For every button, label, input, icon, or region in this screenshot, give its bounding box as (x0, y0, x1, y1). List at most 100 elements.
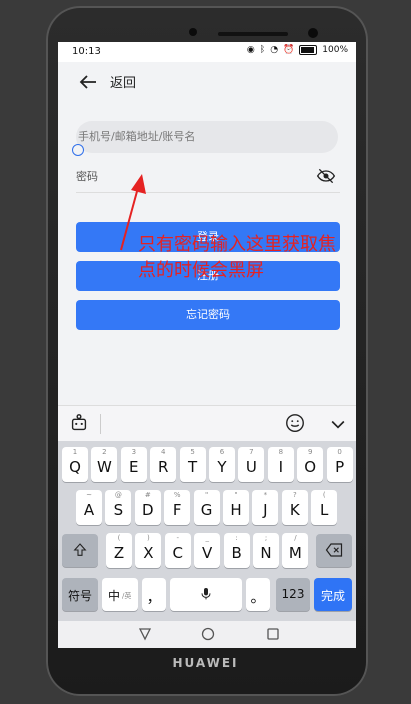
status-icons: ◉ ᛒ ◔ ⏰ 100% (247, 45, 348, 55)
comma-key[interactable]: ， (142, 578, 166, 611)
key-i[interactable]: 8I (267, 447, 294, 482)
key-label: A (83, 501, 95, 519)
key-u[interactable]: 7U (238, 447, 265, 482)
key-sublabel: 1 (72, 448, 78, 456)
key-j[interactable]: * J (252, 490, 279, 525)
key-label: Z (113, 544, 125, 562)
alarm-icon: ⏰ (283, 45, 295, 55)
battery-icon (299, 45, 318, 55)
bluetooth-icon: ᛒ (259, 45, 266, 55)
key-label: N (260, 544, 272, 562)
key-label: K (289, 501, 300, 519)
nav-home-icon[interactable] (201, 627, 215, 641)
back-label[interactable]: 返回 (110, 72, 136, 91)
key-sublabel: 8 (278, 448, 284, 456)
front-camera (189, 28, 197, 36)
key-m[interactable]: / M (282, 533, 309, 568)
key-x[interactable]: ) X (135, 533, 162, 568)
key-c[interactable]: -C (164, 533, 191, 568)
key-label: U (245, 458, 257, 476)
forgot-password-button[interactable]: 忘记密码 (76, 300, 340, 330)
key-r[interactable]: 4R (150, 447, 177, 482)
key-n[interactable]: ; N (253, 533, 279, 568)
nav-back-icon[interactable] (138, 627, 152, 641)
keyboard-toolbar (58, 405, 356, 442)
language-switch-key[interactable]: 中 /英 (102, 578, 138, 611)
account-input[interactable]: 手机号/邮箱地址/账号名 (76, 121, 338, 153)
key-k[interactable]: ? K (281, 490, 308, 525)
emoji-icon[interactable] (284, 412, 306, 434)
key-label: C (172, 544, 184, 562)
key-sublabel: - (176, 534, 180, 542)
key-label: S (113, 501, 124, 519)
space-key[interactable] (170, 578, 242, 611)
key-sublabel: @ (114, 491, 122, 499)
key-label: O (304, 458, 317, 476)
key-z[interactable]: (Z (106, 533, 132, 568)
key-label: T (188, 458, 198, 476)
key-l[interactable]: (L (311, 490, 338, 525)
symbols-key[interactable]: 符号 (62, 578, 98, 611)
key-label: E (129, 458, 139, 476)
key-w[interactable]: 2W (91, 447, 118, 482)
key-g[interactable]: " G (193, 490, 220, 525)
key-sublabel: ( (322, 491, 326, 499)
numbers-key[interactable]: 123 (276, 578, 310, 611)
done-key-label: 完成 (320, 589, 345, 603)
symbols-key-label: 符号 (67, 589, 92, 603)
key-t[interactable]: 5T (179, 447, 206, 482)
keyboard-assistant-icon[interactable] (68, 412, 90, 434)
chevron-down-icon[interactable] (328, 414, 348, 434)
key-sublabel: * (263, 491, 268, 499)
comma-key-label: ， (146, 588, 162, 606)
key-sublabel: " (204, 491, 209, 499)
phone-screen: 10:13 ◉ ᛒ ◔ ⏰ 100% 返回 手机号/邮箱地址/账号名 密码 登录… (58, 42, 356, 648)
key-q[interactable]: 1Q (62, 447, 88, 482)
key-sublabel: 5 (190, 448, 195, 456)
key-label: H (230, 501, 242, 519)
key-label: M (288, 544, 302, 562)
key-label: F (172, 501, 182, 519)
key-y[interactable]: 6Y (209, 447, 235, 482)
key-v[interactable]: _ V (194, 533, 221, 568)
battery-percent: 100% (322, 45, 348, 55)
key-d[interactable]: # D (134, 490, 161, 525)
key-label: Q (69, 458, 81, 476)
key-sublabel: ~ (86, 491, 92, 499)
key-sublabel: ; (264, 534, 268, 542)
key-sublabel: / (294, 534, 297, 542)
soft-keyboard: 1Q2W3E4R5T6Y7U8I9O0P ~ A @ S # D% F " G " H * J? K(L … (58, 441, 356, 621)
text-selection-handle[interactable] (72, 144, 84, 156)
key-sublabel: ( (117, 534, 121, 542)
shift-key[interactable] (62, 534, 98, 567)
lang-key-sublabel: /英 (122, 592, 132, 600)
key-b[interactable]: :B (223, 533, 250, 568)
key-label: X (143, 544, 154, 562)
key-label: P (335, 458, 345, 476)
key-f[interactable]: % F (164, 490, 191, 525)
key-a[interactable]: ~ A (76, 490, 102, 525)
backspace-key[interactable] (316, 534, 352, 567)
nav-recent-icon[interactable] (266, 627, 280, 641)
back-arrow-icon[interactable] (76, 70, 100, 94)
key-s[interactable]: @ S (105, 490, 132, 525)
navigation-bar (58, 621, 356, 648)
key-label: V (202, 544, 213, 562)
proximity-sensor (308, 28, 318, 38)
key-sublabel: ) (147, 534, 150, 542)
key-o[interactable]: 9O (297, 447, 324, 482)
done-key[interactable]: 完成 (314, 578, 352, 611)
key-label: J (263, 501, 268, 519)
key-p[interactable]: 0P (326, 447, 353, 482)
backspace-icon (325, 543, 343, 557)
key-sublabel: # (144, 491, 151, 499)
shift-icon (73, 543, 87, 556)
eye-slash-icon[interactable] (316, 166, 336, 186)
lang-key-label: 中 (108, 589, 121, 603)
toolbar-divider (100, 414, 101, 434)
period-key[interactable]: 。 (246, 578, 270, 611)
key-label: L (320, 501, 329, 519)
key-e[interactable]: 3E (120, 447, 147, 482)
key-h[interactable]: " H (223, 490, 249, 525)
period-key-label: 。 (250, 588, 266, 606)
